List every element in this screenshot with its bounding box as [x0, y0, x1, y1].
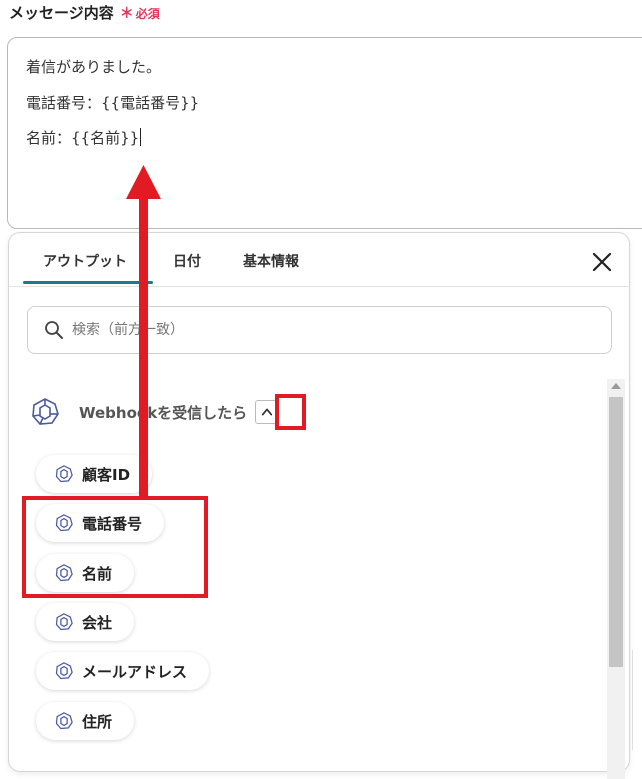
scrollbar-thumb[interactable] — [609, 397, 623, 667]
message-line-3-text: 名前：{{名前}} — [26, 129, 140, 147]
output-item-company[interactable]: 会社 — [36, 603, 135, 641]
output-item-name[interactable]: 名前 — [36, 554, 135, 592]
output-item-address[interactable]: 住所 — [36, 702, 135, 740]
webhook-icon — [55, 564, 73, 582]
output-item-label: 電話番号 — [82, 514, 143, 533]
message-line-2: 電話番号：{{電話番号}} — [26, 94, 200, 112]
field-label-text: メッセージ内容 — [9, 4, 114, 22]
webhook-icon — [55, 465, 73, 483]
output-item-label: 住所 — [82, 712, 113, 731]
required-badge: ＊必須 — [120, 3, 160, 23]
message-line-3: 名前：{{名前}} — [26, 127, 142, 148]
output-picker-panel: アウトプット 日付 基本情報 Webho — [8, 232, 630, 779]
output-item-label: 顧客ID — [82, 465, 131, 484]
search-icon — [45, 321, 63, 339]
scroll-up-arrow-icon[interactable] — [611, 383, 621, 389]
search-input[interactable] — [70, 321, 554, 339]
chevron-up-icon — [262, 408, 273, 416]
tab-divider — [9, 286, 629, 287]
required-mark: ＊ — [119, 5, 134, 22]
close-icon — [592, 252, 612, 272]
webhook-group-header[interactable]: Webhookを受信したら — [29, 396, 280, 428]
output-item-phone-number[interactable]: 電話番号 — [36, 504, 165, 542]
output-item-email[interactable]: メールアドレス — [36, 652, 210, 690]
tab-output[interactable]: アウトプット — [43, 251, 127, 271]
field-label: メッセージ内容 ＊必須 — [9, 2, 160, 23]
webhook-icon — [32, 398, 59, 425]
message-textarea[interactable]: 着信がありました。 電話番号：{{電話番号}} 名前：{{名前}} — [7, 37, 642, 229]
output-item-label: 名前 — [82, 564, 113, 583]
message-line-1: 着信がありました。 — [26, 58, 162, 76]
webhook-icon — [55, 712, 73, 730]
webhook-icon — [55, 514, 73, 532]
search-box[interactable] — [27, 306, 612, 354]
webhook-icon — [55, 662, 73, 680]
collapse-button[interactable] — [255, 400, 280, 424]
required-text: 必須 — [135, 6, 160, 21]
webhook-group-title: Webhookを受信したら — [79, 403, 248, 422]
output-item-label: 会社 — [82, 613, 113, 632]
background-edge — [632, 650, 642, 750]
active-tab-indicator — [23, 281, 153, 284]
close-button[interactable] — [591, 251, 613, 273]
scrollbar[interactable] — [607, 379, 625, 779]
tab-date[interactable]: 日付 — [173, 251, 201, 271]
webhook-icon — [55, 613, 73, 631]
tab-basic-info[interactable]: 基本情報 — [243, 251, 299, 271]
output-item-label: メールアドレス — [82, 662, 188, 681]
output-item-customer-id[interactable]: 顧客ID — [36, 455, 153, 493]
text-caret — [140, 128, 142, 146]
